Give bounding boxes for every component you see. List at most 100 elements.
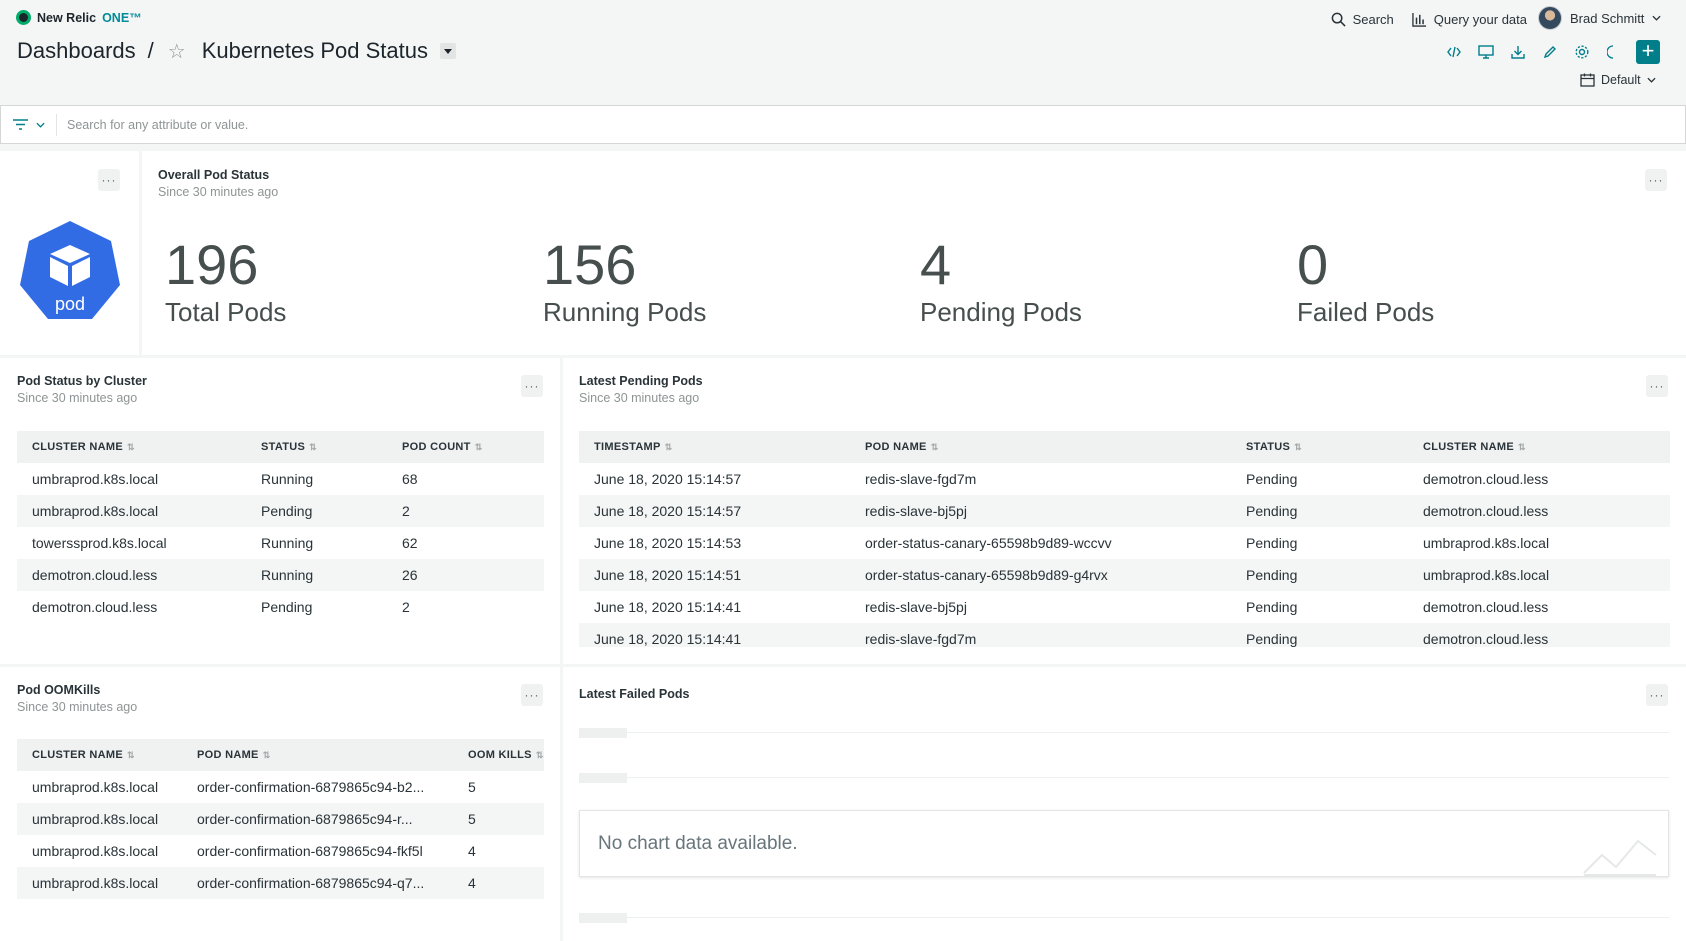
column-header[interactable]: POD NAME ⇅ <box>182 739 453 771</box>
column-header[interactable]: POD NAME ⇅ <box>850 431 1231 463</box>
stat-label: Pending Pods <box>920 297 1082 327</box>
dark-mode-button[interactable] <box>1604 42 1624 62</box>
stat-value: 156 <box>543 233 637 296</box>
table-row[interactable]: umbraprod.k8s.local Pending 2 <box>17 495 544 527</box>
table-cell: Pending <box>261 599 313 615</box>
settings-button[interactable] <box>1572 42 1592 62</box>
widget-menu-button[interactable]: ··· <box>521 375 543 397</box>
widget-menu-button[interactable]: ··· <box>1645 169 1667 191</box>
plus-icon: + <box>1641 38 1655 63</box>
table-cell: order-confirmation-6879865c94-q7... <box>182 867 453 899</box>
table-cell: June 18, 2020 15:14:41 <box>594 599 742 615</box>
table-cell: Pending <box>1246 599 1298 615</box>
user-menu[interactable]: Brad Schmitt <box>1538 6 1661 30</box>
new-relic-logo-icon <box>16 10 31 25</box>
edit-button[interactable] <box>1540 42 1560 62</box>
json-button[interactable] <box>1444 42 1464 62</box>
column-header[interactable]: TIMESTAMP ⇅ <box>579 431 850 463</box>
brand-name: New Relic <box>37 10 97 25</box>
table-cell: umbraprod.k8s.local <box>17 867 182 899</box>
table-cell: demotron.cloud.less <box>1423 471 1549 487</box>
sort-icon: ⇅ <box>535 750 544 760</box>
add-widget-button[interactable]: + <box>1636 40 1660 64</box>
column-label: STATUS <box>1246 441 1291 453</box>
table-row[interactable]: June 18, 2020 15:14:53 order-status-canar… <box>579 527 1670 559</box>
table-row[interactable]: umbraprod.k8s.local order-confirmation-68… <box>17 771 544 803</box>
column-header[interactable]: POD COUNT ⇅ <box>387 431 544 463</box>
chevron-down-icon <box>1652 15 1661 21</box>
stat-pending-pods: 4 Pending Pods <box>920 237 1082 328</box>
column-header[interactable]: CLUSTER NAME ⇅ <box>1408 431 1670 463</box>
table-cell: demotron.cloud.less <box>32 599 158 615</box>
export-button[interactable] <box>1508 42 1528 62</box>
table-row[interactable]: June 18, 2020 15:14:41 redis-slave-fgd7m P… <box>579 623 1670 647</box>
sort-icon: ⇅ <box>127 750 135 760</box>
query-data-button[interactable]: Query your data <box>1412 12 1527 27</box>
sort-icon: ⇅ <box>1518 442 1526 452</box>
table-cell: order-status-canary-65598b9d89-g4rvx <box>850 559 1231 591</box>
empty-chart-icon <box>1583 839 1657 876</box>
table-cell: redis-slave-bj5pj <box>865 599 967 615</box>
stat-value: 196 <box>165 233 259 296</box>
filter-bar <box>0 105 1686 144</box>
table-row[interactable]: June 18, 2020 15:14:57 redis-slave-bj5pj P… <box>579 495 1670 527</box>
table-row[interactable]: June 18, 2020 15:14:57 redis-slave-fgd7m P… <box>579 463 1670 495</box>
column-header[interactable]: CLUSTER NAME ⇅ <box>17 431 246 463</box>
table-cell: Pending <box>1231 623 1408 647</box>
table-row[interactable]: towerssprod.k8s.local Running 62 <box>17 527 544 559</box>
column-header[interactable]: STATUS ⇅ <box>246 431 387 463</box>
column-header[interactable]: OOM KILLS ⇅ <box>453 739 544 771</box>
column-label: CLUSTER NAME <box>32 441 123 453</box>
breadcrumb: Dashboards / ☆ Kubernetes Pod Status <box>17 38 456 64</box>
table-row[interactable]: demotron.cloud.less Pending 2 <box>17 591 544 623</box>
avatar <box>1538 6 1562 30</box>
sort-icon: ⇅ <box>474 442 483 452</box>
table-cell: towerssprod.k8s.local <box>32 535 167 551</box>
new-relic-logo[interactable]: New Relic ONE™ <box>16 10 142 25</box>
search-button[interactable]: Search <box>1331 12 1394 27</box>
placeholder-bar <box>579 728 627 738</box>
tv-mode-button[interactable] <box>1476 42 1496 62</box>
widget-menu-button[interactable]: ··· <box>98 169 120 191</box>
sort-icon: ⇅ <box>309 442 318 452</box>
column-header[interactable]: CLUSTER NAME ⇅ <box>17 739 182 771</box>
stat-running-pods: 156 Running Pods <box>543 237 706 328</box>
table-row[interactable]: umbraprod.k8s.local order-confirmation-68… <box>17 867 544 899</box>
widget-title: Overall Pod Status <box>158 168 270 182</box>
table-row[interactable]: umbraprod.k8s.local order-confirmation-68… <box>17 835 544 867</box>
column-header[interactable]: STATUS ⇅ <box>1231 431 1408 463</box>
table-cell: order-confirmation-6879865c94-b2... <box>197 779 425 795</box>
caret-down-icon <box>443 48 452 54</box>
column-label: POD NAME <box>865 441 927 453</box>
filter-toggle[interactable] <box>1 113 57 136</box>
ellipsis-icon: ··· <box>1649 379 1665 393</box>
table-cell: June 18, 2020 15:14:41 <box>579 623 850 647</box>
widget-menu-button[interactable]: ··· <box>521 684 543 706</box>
table-row[interactable]: umbraprod.k8s.local order-confirmation-68… <box>17 803 544 835</box>
table-row[interactable]: demotron.cloud.less Running 26 <box>17 559 544 591</box>
filter-search-input[interactable] <box>57 117 1557 132</box>
table-cell: order-confirmation-6879865c94-r... <box>182 803 453 835</box>
pod-logo-label: pod <box>54 294 86 314</box>
table-row[interactable]: June 18, 2020 15:14:41 redis-slave-bj5pj P… <box>579 591 1670 623</box>
ellipsis-icon: ··· <box>101 173 117 187</box>
breadcrumb-dashboards[interactable]: Dashboards <box>17 38 136 64</box>
sort-icon: ⇅ <box>664 442 673 452</box>
table-cell: umbraprod.k8s.local <box>32 779 159 795</box>
widget-menu-button[interactable]: ··· <box>1646 375 1668 397</box>
favorite-star-icon[interactable]: ☆ <box>168 39 186 64</box>
widget-subtitle: Since 30 minutes ago <box>579 391 700 405</box>
code-icon <box>1447 46 1461 58</box>
widget-menu-button[interactable]: ··· <box>1646 684 1668 706</box>
table-cell: order-status-canary-65598b9d89-wccvv <box>865 535 1112 551</box>
title-dropdown-button[interactable] <box>439 43 456 59</box>
oomkills-table: CLUSTER NAME ⇅ POD NAME ⇅ OOM KILLS ⇅ umbra… <box>17 739 544 899</box>
table-cell: Running <box>246 559 387 591</box>
column-label: STATUS <box>261 441 306 453</box>
table-cell: 5 <box>453 803 544 835</box>
sort-icon: ⇅ <box>262 750 271 760</box>
table-row[interactable]: June 18, 2020 15:14:51 order-status-canar… <box>579 559 1670 591</box>
table-row[interactable]: umbraprod.k8s.local Running 68 <box>17 463 544 495</box>
time-picker[interactable]: Default <box>1580 73 1656 87</box>
pending-pods-scroll[interactable]: TIMESTAMP ⇅ POD NAME ⇅ STATUS ⇅ CLUSTER NAM… <box>579 431 1670 647</box>
